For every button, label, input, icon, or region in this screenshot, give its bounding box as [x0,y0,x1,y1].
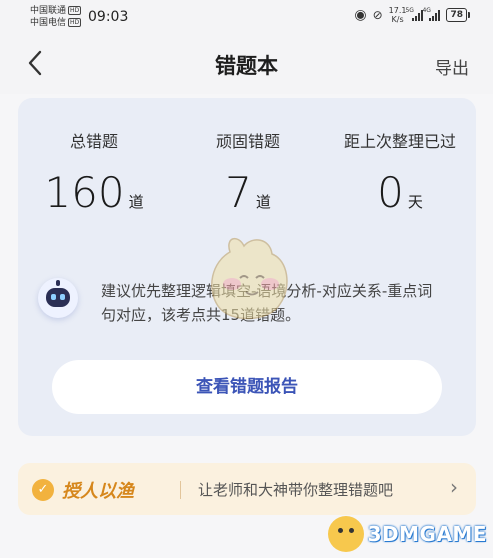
status-bar: 中国联通 HD 中国电信 HD 09:03 ◉ ⊘ 17.1 K/s 5G 4G 7… [0,0,493,34]
nav-bar: 错题本 导出 [0,34,493,94]
stat-value: 0天 [334,168,466,217]
signal-tag: 5G [405,7,414,14]
stat-unit: 道 [128,193,144,211]
mascot-watermark-icon [211,237,288,320]
hd-badge: HD [68,6,82,15]
stat-number: 0 [377,168,404,217]
mascot-logo-icon [327,516,364,552]
eye-icon: ◉ [354,7,367,23]
export-button[interactable]: 导出 [435,54,469,79]
stat-total-wrong: 总错题 160 道 [44,128,144,217]
stat-unit: 天 [407,193,423,211]
stat-label: 距上次整理已过 [343,132,456,151]
signal-tag: 4G [422,7,431,14]
stat-stubborn-wrong: 顽固错题 7道 [193,128,303,217]
stat-label: 顽固错题 [215,132,280,151]
network-speed-value: 17.1 [388,6,407,15]
stat-unit: 道 [255,193,271,211]
banner-text: 让老师和大神带你整理错题吧 [198,481,394,499]
status-time: 09:03 [88,9,129,25]
carrier-2: 中国电信 [30,18,67,28]
stat-number: 7 [225,168,252,217]
mute-icon: ⊘ [372,8,383,22]
view-report-button[interactable]: 查看错题报告 [52,360,442,414]
signal-icon: 4G [422,7,441,21]
carrier-info: 中国联通 HD 中国电信 HD [30,5,82,29]
site-watermark: 3DMGAME [327,516,487,552]
hd-badge: HD [68,18,82,27]
stat-days-since: 距上次整理已过 0天 [334,128,466,217]
system-icons: ◉ ⊘ 17.1 K/s 5G 4G 78 [354,6,470,24]
battery-indicator: 78 [446,8,470,22]
page-title: 错题本 [215,54,278,78]
teacher-help-banner[interactable]: ✓ 授人以渔 让老师和大神带你整理错题吧 › [18,463,476,515]
watermark-text: 3DMGAME [367,522,487,546]
check-badge-icon: ✓ [32,479,54,501]
stat-label: 总错题 [69,132,118,151]
chevron-right-icon: › [450,475,458,499]
stat-number: 160 [44,168,125,217]
network-speed-unit: K/s [391,15,404,24]
network-speed: 17.1 K/s [389,6,407,24]
divider [180,481,181,499]
carrier-1: 中国联通 [30,6,67,16]
robot-assistant-icon [38,278,78,318]
banner-title: 授人以渔 [62,481,134,502]
stat-value: 160 道 [44,168,144,217]
stat-value: 7道 [193,168,303,217]
